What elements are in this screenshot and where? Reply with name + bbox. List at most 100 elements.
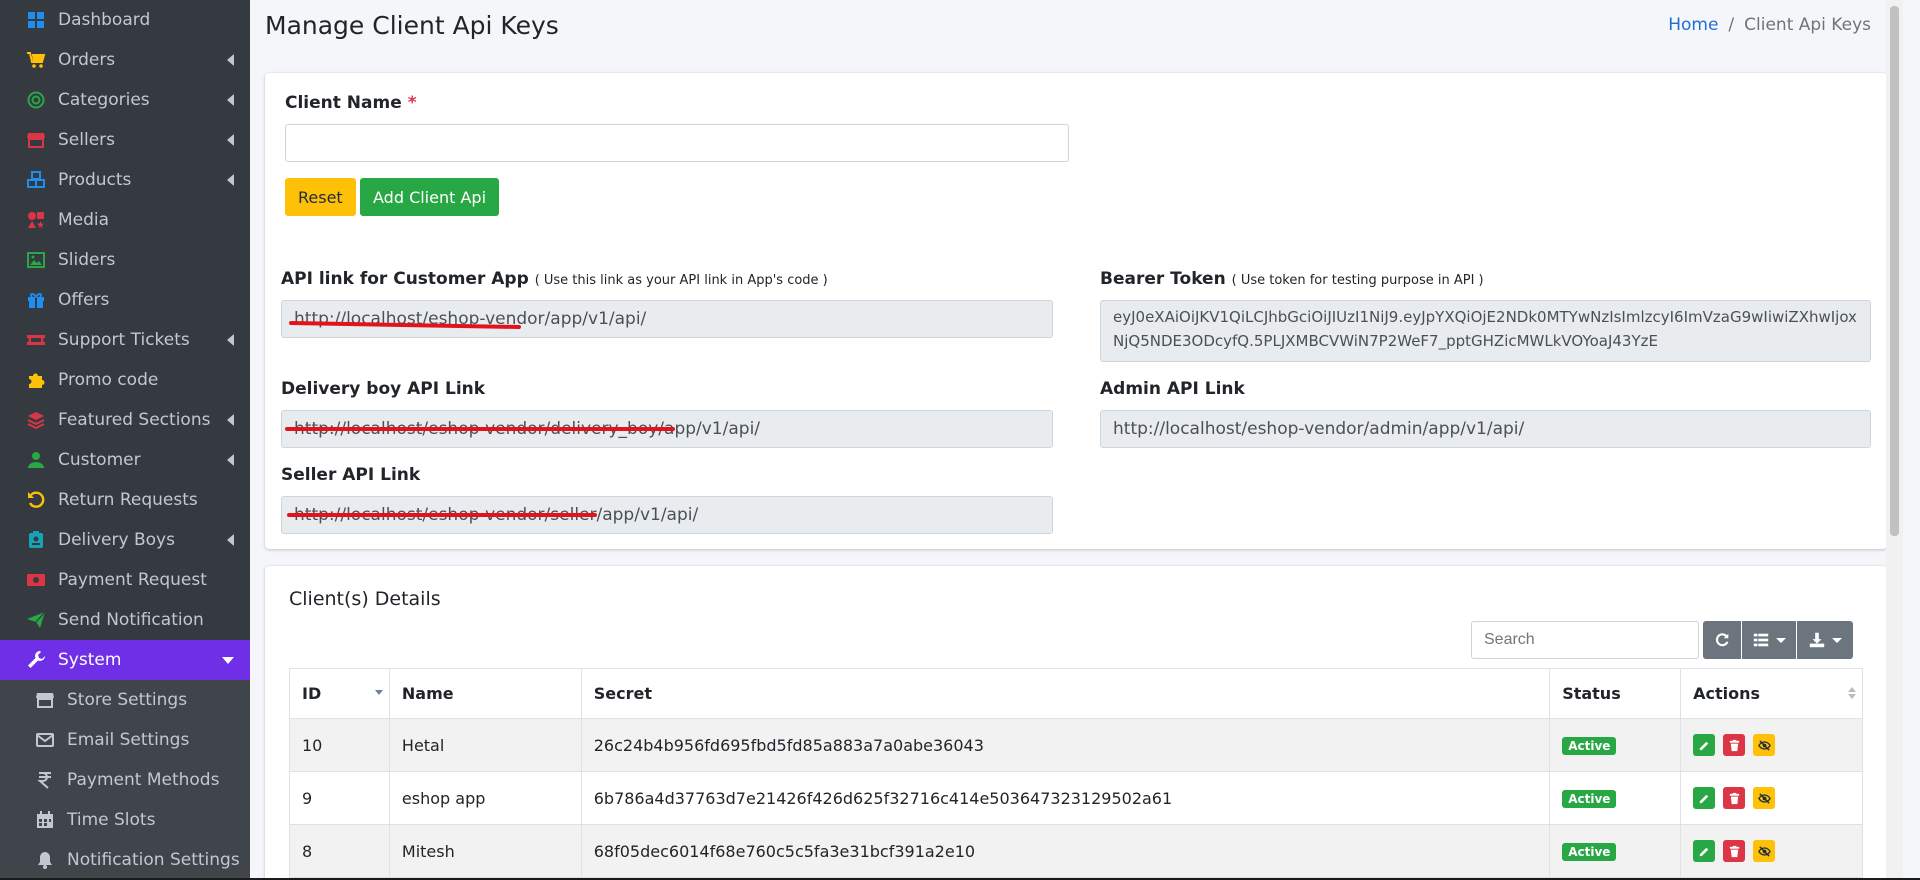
cell-id: 9: [289, 771, 390, 825]
table-row[interactable]: 9 eshop app 6b786a4d37763d7e21426f426d62…: [289, 771, 1863, 825]
wrench-icon: [26, 650, 46, 670]
table-row[interactable]: 10 Hetal 26c24b4b956fd695fbd5fd85a883a7a…: [289, 718, 1863, 772]
edit-button[interactable]: [1693, 840, 1716, 862]
image-icon: [26, 250, 46, 270]
columns-toggle-button[interactable]: [1742, 621, 1796, 659]
trash-icon: [1729, 739, 1739, 751]
cart-icon: [26, 50, 46, 70]
sidebar-item-sellers[interactable]: Sellers: [0, 120, 250, 160]
delete-button[interactable]: [1723, 734, 1746, 756]
breadcrumb-current: Client Api Keys: [1744, 15, 1871, 35]
client-name-label: Client Name *: [285, 93, 417, 113]
bearer-token-hint: ( Use token for testing purpose in API ): [1231, 273, 1484, 288]
column-header-id[interactable]: ID: [289, 668, 390, 719]
sidebar-item-label: Delivery Boys: [58, 530, 175, 550]
sidebar-subitem-store-settings[interactable]: Store Settings: [0, 680, 250, 720]
sidebar-item-sliders[interactable]: Sliders: [0, 240, 250, 280]
cell-status: Active: [1549, 771, 1682, 825]
sidebar-item-label: Sliders: [58, 250, 116, 270]
pencil-icon: [1699, 741, 1708, 750]
cell-secret: 68f05dec6014f68e760c5c5fa3e31bcf391a2e10: [580, 824, 1551, 878]
sidebar-item-delivery-boys[interactable]: Delivery Boys: [0, 520, 250, 560]
edit-button[interactable]: [1693, 787, 1716, 809]
page-scrollbar[interactable]: [1886, 0, 1903, 880]
sidebar-item-send-notification[interactable]: Send Notification: [0, 600, 250, 640]
admin-api-label: Admin API Link: [1100, 379, 1245, 399]
sidebar-item-support-tickets[interactable]: Support Tickets: [0, 320, 250, 360]
sort-desc-icon: [374, 690, 383, 695]
breadcrumb-home-link[interactable]: Home: [1668, 15, 1718, 35]
column-header-name[interactable]: Name: [388, 668, 582, 719]
money-icon: [26, 570, 46, 590]
store-icon: [26, 130, 46, 150]
edit-button[interactable]: [1693, 734, 1716, 756]
sidebar-item-payment-request[interactable]: Payment Request: [0, 560, 250, 600]
sidebar-item-orders[interactable]: Orders: [0, 40, 250, 80]
delete-button[interactable]: [1723, 840, 1746, 862]
sidebar-item-promo-code[interactable]: Promo code: [0, 360, 250, 400]
sidebar-item-label: System: [58, 650, 122, 670]
column-header-status[interactable]: Status: [1549, 668, 1682, 719]
target-icon: [26, 90, 46, 110]
page-title: Manage Client Api Keys: [265, 11, 559, 40]
chevron-down-icon: [1832, 637, 1842, 643]
sidebar-subitem-notification-settings[interactable]: Notification Settings: [0, 840, 250, 880]
delete-button[interactable]: [1723, 787, 1746, 809]
customer-api-link-field[interactable]: http://localhost/eshop-vendor/app/v1/api…: [281, 300, 1053, 338]
undo-icon: [26, 490, 46, 510]
sidebar-item-label: Support Tickets: [58, 330, 190, 350]
sort-icon: [1848, 687, 1856, 699]
sidebar-subitem-time-slots[interactable]: Time Slots: [0, 800, 250, 840]
sidebar-subitem-payment-methods[interactable]: Payment Methods: [0, 760, 250, 800]
chevron-down-icon: [222, 657, 234, 664]
hide-button[interactable]: [1753, 787, 1776, 809]
sidebar-subitem-label: Notification Settings: [67, 850, 240, 870]
cell-status: Active: [1549, 718, 1682, 772]
sidebar-item-return-requests[interactable]: Return Requests: [0, 480, 250, 520]
sidebar-item-label: Featured Sections: [58, 410, 211, 430]
clients-card-title: Client(s) Details: [289, 588, 441, 610]
paper-plane-icon: [26, 610, 46, 630]
cell-secret: 6b786a4d37763d7e21426f426d625f32716c414e…: [580, 771, 1551, 825]
layers-icon: [26, 410, 46, 430]
column-header-secret[interactable]: Secret: [580, 668, 1551, 719]
breadcrumb-separator: /: [1728, 15, 1735, 35]
export-button[interactable]: [1797, 621, 1853, 659]
pencil-icon: [1699, 794, 1708, 803]
ticket-icon: [26, 330, 46, 350]
column-header-actions[interactable]: Actions: [1680, 668, 1863, 719]
sidebar-item-products[interactable]: Products: [0, 160, 250, 200]
sidebar-item-system[interactable]: System: [0, 640, 250, 680]
sidebar-item-featured-sections[interactable]: Featured Sections: [0, 400, 250, 440]
chevron-left-icon: [227, 134, 234, 146]
chevron-left-icon: [227, 54, 234, 66]
search-input[interactable]: [1471, 621, 1699, 659]
hide-button[interactable]: [1753, 734, 1776, 756]
bearer-token-label: Bearer Token ( Use token for testing pur…: [1100, 269, 1484, 289]
refresh-button[interactable]: [1703, 621, 1741, 659]
sidebar-item-label: Offers: [58, 290, 110, 310]
admin-api-link-field[interactable]: http://localhost/eshop-vendor/admin/app/…: [1100, 410, 1871, 448]
hide-button[interactable]: [1753, 840, 1776, 862]
cell-status: Active: [1549, 824, 1682, 878]
sidebar-item-offers[interactable]: Offers: [0, 280, 250, 320]
sidebar-subitem-label: Store Settings: [67, 690, 188, 710]
puzzle-icon: [26, 370, 46, 390]
cell-name: Hetal: [388, 718, 582, 772]
client-name-input[interactable]: [285, 124, 1069, 162]
sidebar-item-dashboard[interactable]: Dashboard: [0, 0, 250, 40]
download-icon: [1809, 632, 1825, 648]
sidebar-item-customer[interactable]: Customer: [0, 440, 250, 480]
bearer-token-field[interactable]: eyJ0eXAiOiJKV1QiLCJhbGciOiJIUzI1NiJ9.eyJ…: [1100, 300, 1871, 362]
redaction-mark: [285, 427, 675, 431]
gift-icon: [26, 290, 46, 310]
chevron-left-icon: [227, 414, 234, 426]
reset-button[interactable]: Reset: [285, 178, 356, 216]
add-client-api-button[interactable]: Add Client Api: [360, 178, 500, 216]
scrollbar-thumb[interactable]: [1890, 6, 1899, 536]
sidebar-item-categories[interactable]: Categories: [0, 80, 250, 120]
store-icon: [35, 690, 55, 710]
table-row[interactable]: 8 Mitesh 68f05dec6014f68e760c5c5fa3e31bc…: [289, 824, 1863, 878]
sidebar-item-media[interactable]: Media: [0, 200, 250, 240]
sidebar-subitem-email-settings[interactable]: Email Settings: [0, 720, 250, 760]
